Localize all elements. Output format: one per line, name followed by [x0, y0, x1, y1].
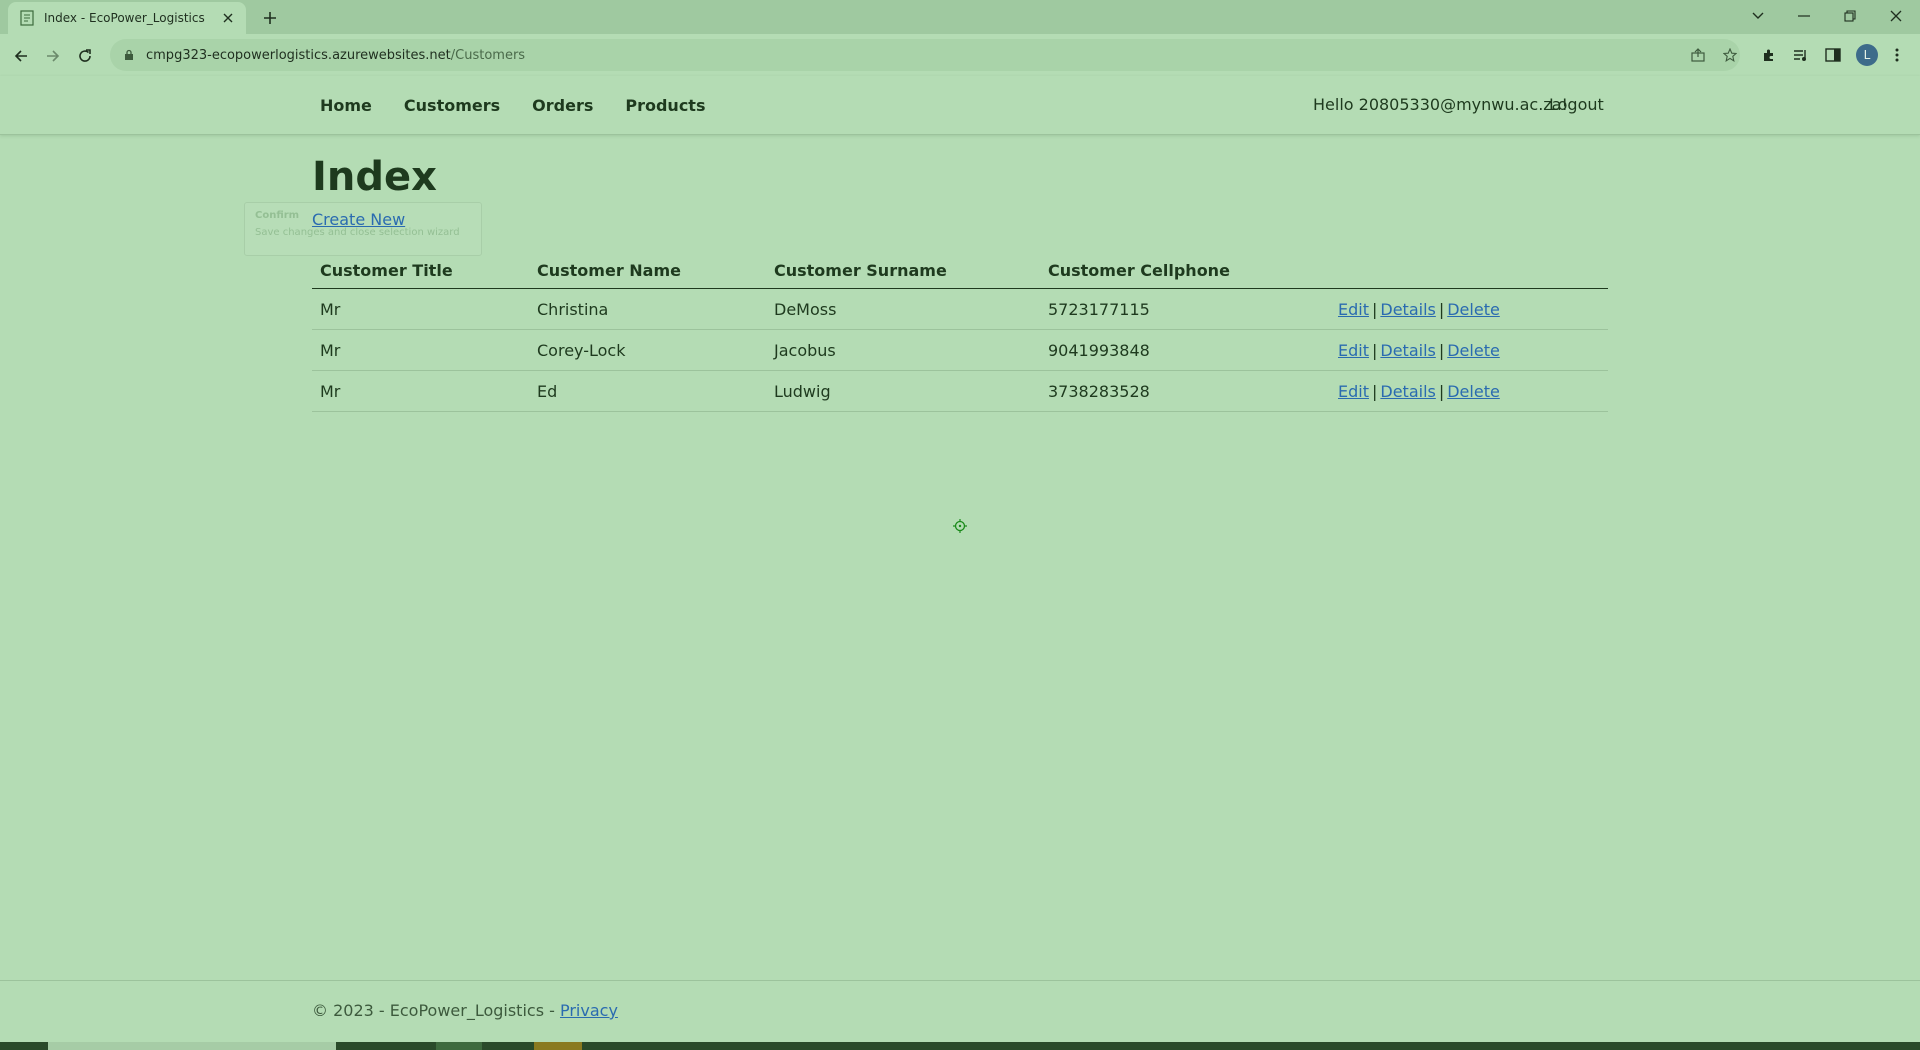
privacy-link[interactable]: Privacy [560, 1001, 618, 1020]
column-header-title: Customer Title [312, 252, 529, 289]
url-text: cmpg323-ecopowerlogistics.azurewebsites.… [146, 48, 525, 63]
browser-toolbar: cmpg323-ecopowerlogistics.azurewebsites.… [0, 34, 1920, 76]
star-icon[interactable] [1722, 47, 1738, 63]
separator: | [1438, 299, 1445, 319]
edit-link[interactable]: Edit [1338, 300, 1369, 319]
details-link[interactable]: Details [1380, 341, 1435, 360]
restore-icon[interactable] [1832, 3, 1868, 29]
forward-arrow-icon[interactable] [40, 43, 66, 69]
cell-name: Ed [529, 370, 766, 412]
copyright-text: © 2023 - EcoPower_Logistics - [312, 1001, 560, 1020]
chevron-down-icon[interactable] [1740, 3, 1776, 29]
delete-link[interactable]: Delete [1447, 341, 1500, 360]
cell-surname: DeMoss [766, 288, 1040, 330]
kebab-menu-icon[interactable] [1886, 44, 1908, 66]
logout-button[interactable]: Logout [1549, 95, 1604, 114]
table-row: Mr Ed Ludwig 3738283528 Edit | Details | Del… [312, 370, 1608, 412]
separator: | [1438, 381, 1445, 401]
separator: | [1371, 340, 1378, 360]
page-favicon-icon [20, 10, 34, 26]
cell-title: Mr [312, 288, 529, 330]
taskbar-item[interactable] [436, 1042, 482, 1050]
url-path: /Customers [450, 47, 526, 63]
profile-avatar[interactable]: L [1856, 44, 1878, 66]
cell-name: Christina [529, 288, 766, 330]
column-header-actions [1330, 252, 1608, 289]
cell-actions: Edit | Details | Delete [1330, 329, 1608, 371]
cell-title: Mr [312, 329, 529, 371]
nav-link-customers[interactable]: Customers [396, 92, 508, 119]
url-host: cmpg323-ecopowerlogistics.azurewebsites.… [146, 47, 451, 63]
edit-link[interactable]: Edit [1338, 341, 1369, 360]
separator: | [1371, 381, 1378, 401]
separator: | [1371, 299, 1378, 319]
taskbar-item[interactable] [48, 1042, 336, 1050]
footer-text: © 2023 - EcoPower_Logistics - Privacy [312, 1001, 618, 1020]
delete-link[interactable]: Delete [1447, 300, 1500, 319]
nav-link-orders[interactable]: Orders [524, 92, 601, 119]
cell-actions: Edit | Details | Delete [1330, 288, 1608, 330]
cell-actions: Edit | Details | Delete [1330, 370, 1608, 412]
window-close-icon[interactable] [1878, 3, 1914, 29]
tab-title: Index - EcoPower_Logistics [44, 11, 205, 25]
cell-surname: Jacobus [766, 329, 1040, 371]
column-header-cellphone: Customer Cellphone [1040, 252, 1330, 289]
lock-icon[interactable] [122, 49, 136, 61]
share-icon[interactable] [1690, 47, 1706, 63]
user-greeting[interactable]: Hello 20805330@mynwu.ac.za! [1313, 95, 1568, 114]
crosshair-cursor-icon [953, 518, 967, 533]
browser-tab-active[interactable]: Index - EcoPower_Logistics [8, 2, 246, 34]
plus-icon[interactable] [258, 6, 282, 30]
os-taskbar [0, 1042, 1920, 1050]
delete-link[interactable]: Delete [1447, 382, 1500, 401]
close-icon[interactable] [220, 10, 236, 26]
column-header-name: Customer Name [529, 252, 766, 289]
create-new-link[interactable]: Create New [312, 210, 405, 229]
taskbar-item[interactable] [534, 1042, 582, 1050]
column-header-surname: Customer Surname [766, 252, 1040, 289]
table-row: Mr Corey-Lock Jacobus 9041993848 Edit | De… [312, 329, 1608, 371]
extensions-icon[interactable] [1758, 44, 1780, 66]
media-icon[interactable] [1790, 44, 1812, 66]
cell-cellphone: 5723177115 [1040, 288, 1330, 330]
details-link[interactable]: Details [1380, 382, 1435, 401]
side-panel-icon[interactable] [1822, 44, 1844, 66]
site-navbar: Home Customers Orders Products Hello 208… [0, 76, 1920, 135]
nav-links: Home Customers Orders Products [312, 76, 729, 134]
nav-link-home[interactable]: Home [312, 92, 380, 119]
reload-icon[interactable] [72, 43, 98, 69]
browser-tab-bar: Index - EcoPower_Logistics [0, 0, 1920, 34]
table-header-row: Customer Title Customer Name Customer Su… [312, 252, 1608, 289]
edit-link[interactable]: Edit [1338, 382, 1369, 401]
minimize-icon[interactable] [1786, 3, 1822, 29]
site-footer: © 2023 - EcoPower_Logistics - Privacy [0, 980, 1920, 1043]
page-title: Index [312, 154, 437, 200]
separator: | [1438, 340, 1445, 360]
cell-name: Corey-Lock [529, 329, 766, 371]
cell-surname: Ludwig [766, 370, 1040, 412]
customers-table: Customer Title Customer Name Customer Su… [312, 252, 1608, 412]
cell-title: Mr [312, 370, 529, 412]
details-link[interactable]: Details [1380, 300, 1435, 319]
nav-link-products[interactable]: Products [617, 92, 713, 119]
address-bar[interactable]: cmpg323-ecopowerlogistics.azurewebsites.… [110, 39, 1740, 71]
back-arrow-icon[interactable] [8, 43, 34, 69]
table-row: Mr Christina DeMoss 5723177115 Edit | Deta… [312, 288, 1608, 330]
cell-cellphone: 9041993848 [1040, 329, 1330, 371]
cell-cellphone: 3738283528 [1040, 370, 1330, 412]
